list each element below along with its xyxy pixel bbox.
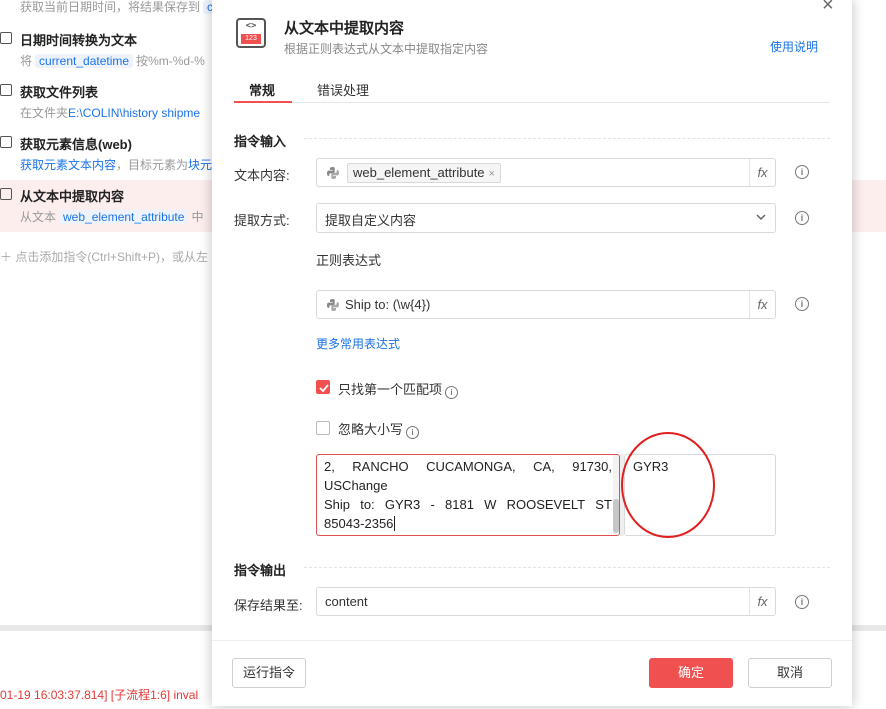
log-line: 01-19 16:03:37.814] [子流程1:6] inval	[0, 688, 199, 702]
add-command-hint[interactable]: ＋ 点击添加指令(Ctrl+Shift+P)，或从左	[0, 248, 208, 265]
extract-mode-value: 提取自定义内容	[325, 213, 417, 228]
test-text-content: 2, RANCHO CUCAMONGA, CA, 91730, USChange Shi…	[324, 457, 612, 533]
text-content-label: 文本内容:	[234, 168, 290, 183]
info-icon[interactable]: i	[795, 211, 809, 225]
variable-tag[interactable]: web_element_attribute ×	[347, 163, 501, 183]
cancel-button[interactable]: 取消	[748, 658, 832, 688]
ignore-case-label: 忽略大小写 i	[338, 419, 420, 439]
run-command-button[interactable]: 运行指令	[232, 658, 306, 688]
save-to-label: 保存结果至:	[234, 598, 303, 613]
section-divider	[304, 567, 830, 568]
fx-button[interactable]: fx	[749, 159, 775, 186]
ok-button[interactable]: 确定	[649, 658, 733, 688]
scrollbar-thumb[interactable]	[613, 499, 619, 533]
ignore-case-checkbox[interactable]	[316, 421, 330, 435]
help-link[interactable]: 使用说明	[770, 38, 818, 55]
regex-icon	[0, 188, 12, 200]
scrollbar[interactable]	[613, 455, 619, 535]
workflow-item-desc: 获取元素文本内容，目标元素为块元	[20, 158, 213, 172]
regex-value: Ship to: (\w{4})	[345, 297, 431, 312]
save-to-value: content	[325, 594, 368, 609]
save-to-field[interactable]: content fx	[316, 587, 776, 616]
first-match-label: 只找第一个匹配项 i	[338, 379, 459, 399]
more-regex-link[interactable]: 更多常用表达式	[316, 335, 400, 352]
tab-active-indicator	[234, 101, 292, 103]
section-input-title: 指令输入	[234, 134, 287, 149]
file-list-icon	[0, 84, 12, 96]
workflow-item-desc: 获取当前日期时间，将结果保存到 c	[20, 0, 220, 15]
workflow-item-title: 从文本中提取内容	[20, 189, 125, 204]
info-icon[interactable]: i	[795, 297, 809, 311]
test-text-line: 2, RANCHO CUCAMONGA, CA, 91730,	[324, 459, 612, 474]
test-result-output: GYR3	[624, 454, 776, 536]
regex-field[interactable]: Ship to: (\w{4}) fx	[316, 290, 776, 319]
regex-extract-icon: <> 123	[236, 18, 266, 48]
workflow-item-title: 日期时间转换为文本	[20, 33, 138, 48]
footer-divider	[212, 640, 852, 641]
tab-general[interactable]: 常规	[249, 80, 275, 99]
extract-text-dialog: <> 123 从文本中提取内容 根据正则表达式从文本中提取指定内容 使用说明 ×…	[212, 0, 852, 706]
extract-mode-select[interactable]: 提取自定义内容	[316, 203, 776, 233]
info-icon[interactable]: i	[406, 426, 420, 439]
info-icon[interactable]: i	[445, 386, 459, 399]
section-divider	[304, 138, 830, 139]
dialog-subtitle: 根据正则表达式从文本中提取指定内容	[284, 42, 489, 56]
tab-bar: 常规 错误处理	[234, 72, 830, 103]
tab-error-handling[interactable]: 错误处理	[317, 80, 369, 99]
test-text-line: 85043-2356	[324, 516, 396, 531]
text-content-field[interactable]: web_element_attribute × fx	[316, 158, 776, 187]
test-text-line: USChange	[324, 478, 388, 493]
first-match-checkbox[interactable]	[316, 380, 330, 394]
workflow-item-title: 获取元素信息(web)	[20, 137, 132, 152]
dialog-title: 从文本中提取内容	[284, 20, 405, 37]
workflow-item-desc: 在文件夹E:\COLIN\history shipme	[20, 106, 201, 120]
info-icon[interactable]: i	[795, 595, 809, 609]
tag-remove-icon[interactable]: ×	[489, 168, 495, 180]
check-icon	[319, 384, 329, 393]
workflow-item-title: 获取文件列表	[20, 85, 99, 100]
python-icon	[327, 167, 339, 179]
workflow-item-desc: 从文本 web_element_attribute 中	[20, 210, 204, 224]
workflow-item-desc: 将 current_datetime 按%m-%d-%	[20, 54, 205, 68]
test-text-line: Ship to: GYR3-8181 W ROOSEVELT ST	[324, 497, 612, 512]
test-result-value: GYR3	[633, 459, 669, 474]
close-icon[interactable]: ×	[822, 0, 834, 17]
info-icon[interactable]: i	[795, 165, 809, 179]
python-icon	[327, 299, 339, 311]
regex-label: 正则表达式	[316, 253, 382, 268]
extract-mode-label: 提取方式:	[234, 213, 290, 228]
calendar-icon	[0, 32, 12, 44]
web-element-icon	[0, 136, 12, 148]
fx-button[interactable]: fx	[749, 588, 775, 615]
section-output-title: 指令输出	[234, 563, 287, 578]
test-text-input[interactable]: 2, RANCHO CUCAMONGA, CA, 91730, USChange Shi…	[316, 454, 620, 536]
fx-button[interactable]: fx	[749, 291, 775, 318]
chevron-down-icon	[756, 214, 766, 221]
